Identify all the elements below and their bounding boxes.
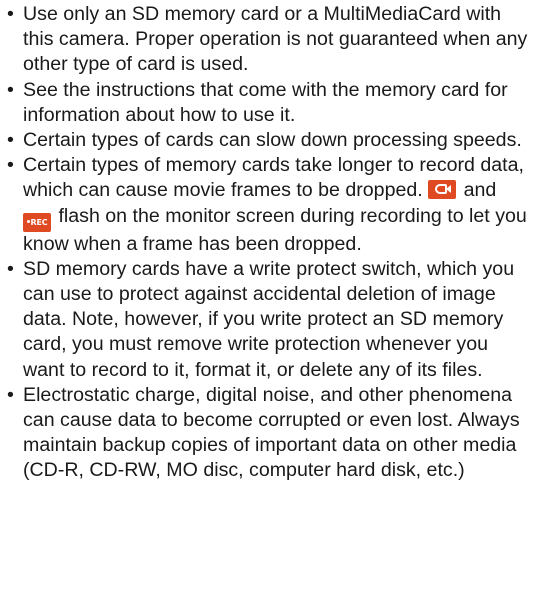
- item-text: Use only an SD memory card or a MultiMed…: [23, 3, 528, 76]
- list-item: • Electrostatic charge, digital noise, a…: [6, 383, 530, 484]
- list-item: • Use only an SD memory card or a MultiM…: [6, 2, 530, 78]
- rec-dot-icon: [26, 219, 30, 223]
- bullet-icon: •: [7, 154, 14, 177]
- caution-list: • Use only an SD memory card or a MultiM…: [6, 2, 530, 484]
- list-item: • SD memory cards have a write protect s…: [6, 257, 530, 383]
- rec-icon-label: REC: [30, 217, 48, 227]
- list-item: • See the instructions that come with th…: [6, 78, 530, 128]
- item-text: Electrostatic charge, digital noise, and…: [23, 383, 520, 482]
- list-item: • Certain types of cards can slow down p…: [6, 128, 530, 153]
- list-item: • Certain types of memory cards take lon…: [6, 153, 530, 257]
- bullet-icon: •: [7, 383, 14, 406]
- bullet-icon: •: [7, 129, 14, 152]
- movie-camera-icon: [428, 180, 457, 200]
- document-page: • Use only an SD memory card or a MultiM…: [0, 0, 536, 590]
- item-text: SD memory cards have a write protect swi…: [23, 257, 515, 381]
- item-text: Certain types of cards can slow down pro…: [23, 129, 522, 152]
- bullet-icon: •: [7, 257, 14, 280]
- bullet-icon: •: [7, 3, 14, 25]
- icon-joiner-text: and: [463, 179, 497, 202]
- rec-icon: REC: [23, 212, 51, 232]
- item-text-continued: flash on the monitor screen during recor…: [23, 204, 527, 255]
- bullet-icon: •: [7, 78, 14, 101]
- item-text: See the instructions that come with the …: [23, 78, 508, 126]
